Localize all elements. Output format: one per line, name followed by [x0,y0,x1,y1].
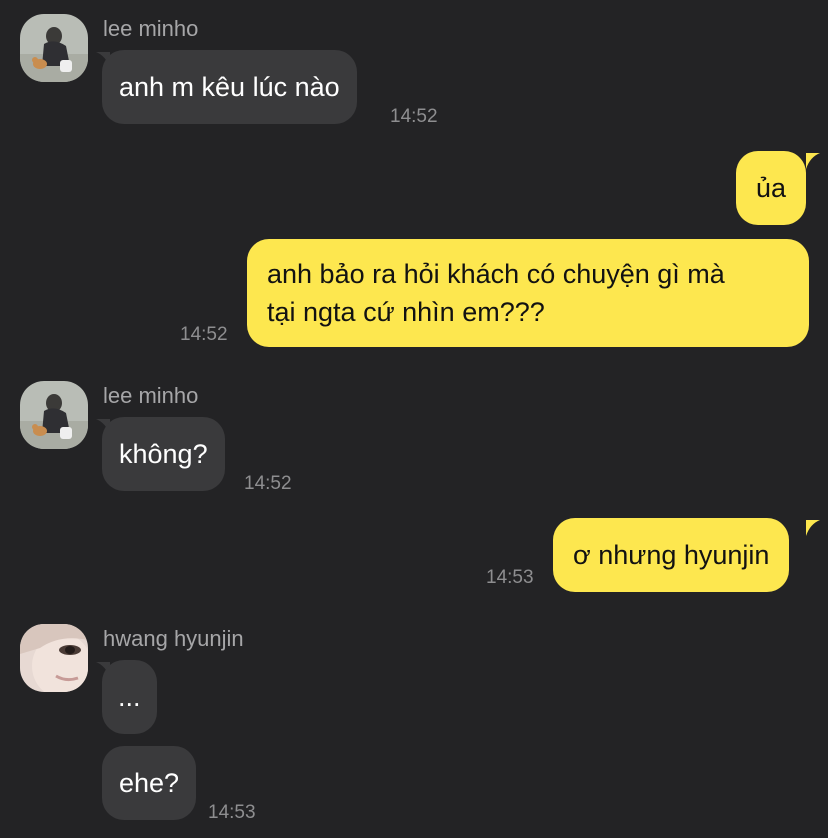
message-text: anh m kêu lúc nào [119,72,340,102]
message-timestamp: 14:53 [486,567,534,588]
message-bubble-received[interactable]: anh m kêu lúc nào [102,50,357,124]
message-text: ... [118,682,141,712]
message-text: ơ nhưng hyunjin [573,540,770,570]
sender-name: lee minho [103,16,199,41]
message-timestamp: 14:53 [208,802,256,823]
lee-minho-avatar[interactable] [20,381,88,449]
message-timestamp: 14:52 [390,106,438,127]
hwang-hyunjin-avatar[interactable] [20,624,88,692]
sender-name: hwang hyunjin [103,626,244,651]
sender-name: lee minho [103,383,199,408]
message-bubble-received[interactable]: ehe? [102,746,197,820]
bubble-tail [806,153,820,169]
message-bubble-received[interactable]: ... [102,660,157,734]
message-text: ehe? [119,768,180,798]
message-bubble-sent[interactable]: ủa [736,151,807,225]
message-timestamp: 14:52 [180,324,228,345]
message-text: không? [119,439,208,469]
lee-minho-avatar[interactable] [20,14,88,82]
message-text-line: anh bảo ra hỏi khách có chuyện gì mà [267,259,725,289]
message-bubble-received[interactable]: không? [102,417,225,491]
bubble-tail [806,520,820,536]
message-bubble-sent[interactable]: anh bảo ra hỏi khách có chuyện gì mà tại… [247,239,809,347]
message-bubble-sent[interactable]: ơ nhưng hyunjin [553,518,790,592]
message-text: ủa [756,173,787,203]
message-timestamp: 14:52 [244,473,292,494]
message-text-line: tại ngta cứ nhìn em??? [267,297,545,327]
